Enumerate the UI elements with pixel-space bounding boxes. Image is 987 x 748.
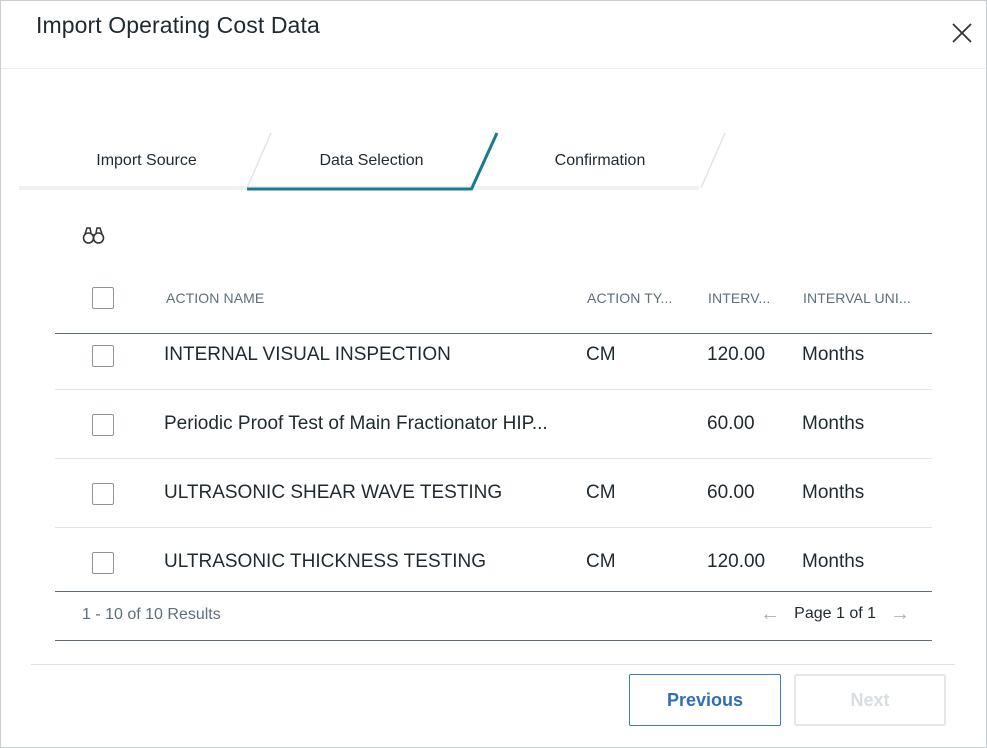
close-icon[interactable] bbox=[947, 18, 977, 48]
table-row[interactable]: INTERNAL VISUAL INSPECTION CM 120.00 Mon… bbox=[55, 334, 932, 390]
arrow-left-icon[interactable]: ← bbox=[760, 604, 780, 624]
interval-unit-cell: Months bbox=[802, 551, 865, 572]
interval-cell: 60.00 bbox=[707, 482, 755, 503]
grid-header: ACTION NAME ACTION TY... INTERV... INTER… bbox=[55, 269, 932, 334]
arrow-right-icon[interactable]: → bbox=[890, 604, 910, 624]
select-all-checkbox[interactable] bbox=[92, 287, 114, 309]
row-checkbox[interactable] bbox=[92, 552, 114, 574]
interval-cell: 120.00 bbox=[707, 344, 766, 365]
step-data-selection[interactable]: Data Selection bbox=[264, 131, 479, 191]
table-row[interactable]: ULTRASONIC SHEAR WAVE TESTING CM 60.00 M… bbox=[55, 459, 932, 528]
import-dialog: Import Operating Cost Data Import Source… bbox=[0, 0, 987, 748]
action-type-cell: CM bbox=[586, 482, 616, 503]
row-checkbox[interactable] bbox=[92, 483, 114, 505]
action-grid: ACTION NAME ACTION TY... INTERV... INTER… bbox=[55, 269, 932, 591]
step-import-source[interactable]: Import Source bbox=[39, 131, 254, 191]
table-row[interactable]: ULTRASONIC THICKNESS TESTING CM 120.00 M… bbox=[55, 528, 932, 591]
results-count: 1 - 10 of 10 Results bbox=[82, 606, 221, 623]
action-name-cell: INTERNAL VISUAL INSPECTION bbox=[164, 344, 451, 365]
row-checkbox[interactable] bbox=[92, 345, 114, 367]
column-header-interval[interactable]: INTERV... bbox=[708, 290, 770, 306]
action-type-cell: CM bbox=[586, 344, 616, 365]
interval-unit-cell: Months bbox=[802, 344, 865, 365]
action-name-cell: Periodic Proof Test of Main Fractionator… bbox=[164, 413, 548, 434]
pager: ← Page 1 of 1 → bbox=[760, 604, 910, 624]
interval-unit-cell: Months bbox=[802, 482, 865, 503]
action-type-cell: CM bbox=[586, 551, 616, 572]
column-header-action-name[interactable]: ACTION NAME bbox=[166, 290, 264, 306]
previous-button[interactable]: Previous bbox=[629, 674, 781, 726]
page-indicator: Page 1 of 1 bbox=[794, 605, 876, 622]
interval-cell: 60.00 bbox=[707, 413, 755, 434]
action-name-cell: ULTRASONIC SHEAR WAVE TESTING bbox=[164, 482, 503, 503]
table-row[interactable]: Periodic Proof Test of Main Fractionator… bbox=[55, 390, 932, 459]
footer-divider bbox=[31, 664, 955, 665]
dialog-header: Import Operating Cost Data bbox=[1, 1, 986, 69]
next-button[interactable]: Next bbox=[794, 674, 946, 726]
interval-cell: 120.00 bbox=[707, 551, 766, 572]
dialog-title: Import Operating Cost Data bbox=[36, 12, 320, 38]
step-confirmation[interactable]: Confirmation bbox=[491, 131, 709, 191]
column-header-action-type[interactable]: ACTION TY... bbox=[587, 290, 672, 306]
interval-unit-cell: Months bbox=[802, 413, 865, 434]
column-header-interval-unit[interactable]: INTERVAL UNI... bbox=[803, 290, 911, 306]
wizard-steps: Import Source Data Selection Confirmatio… bbox=[19, 131, 731, 193]
action-name-cell: ULTRASONIC THICKNESS TESTING bbox=[164, 551, 486, 572]
row-checkbox[interactable] bbox=[92, 414, 114, 436]
binoculars-icon[interactable] bbox=[82, 225, 106, 247]
pagination-bar: 1 - 10 of 10 Results ← Page 1 of 1 → bbox=[55, 591, 932, 641]
